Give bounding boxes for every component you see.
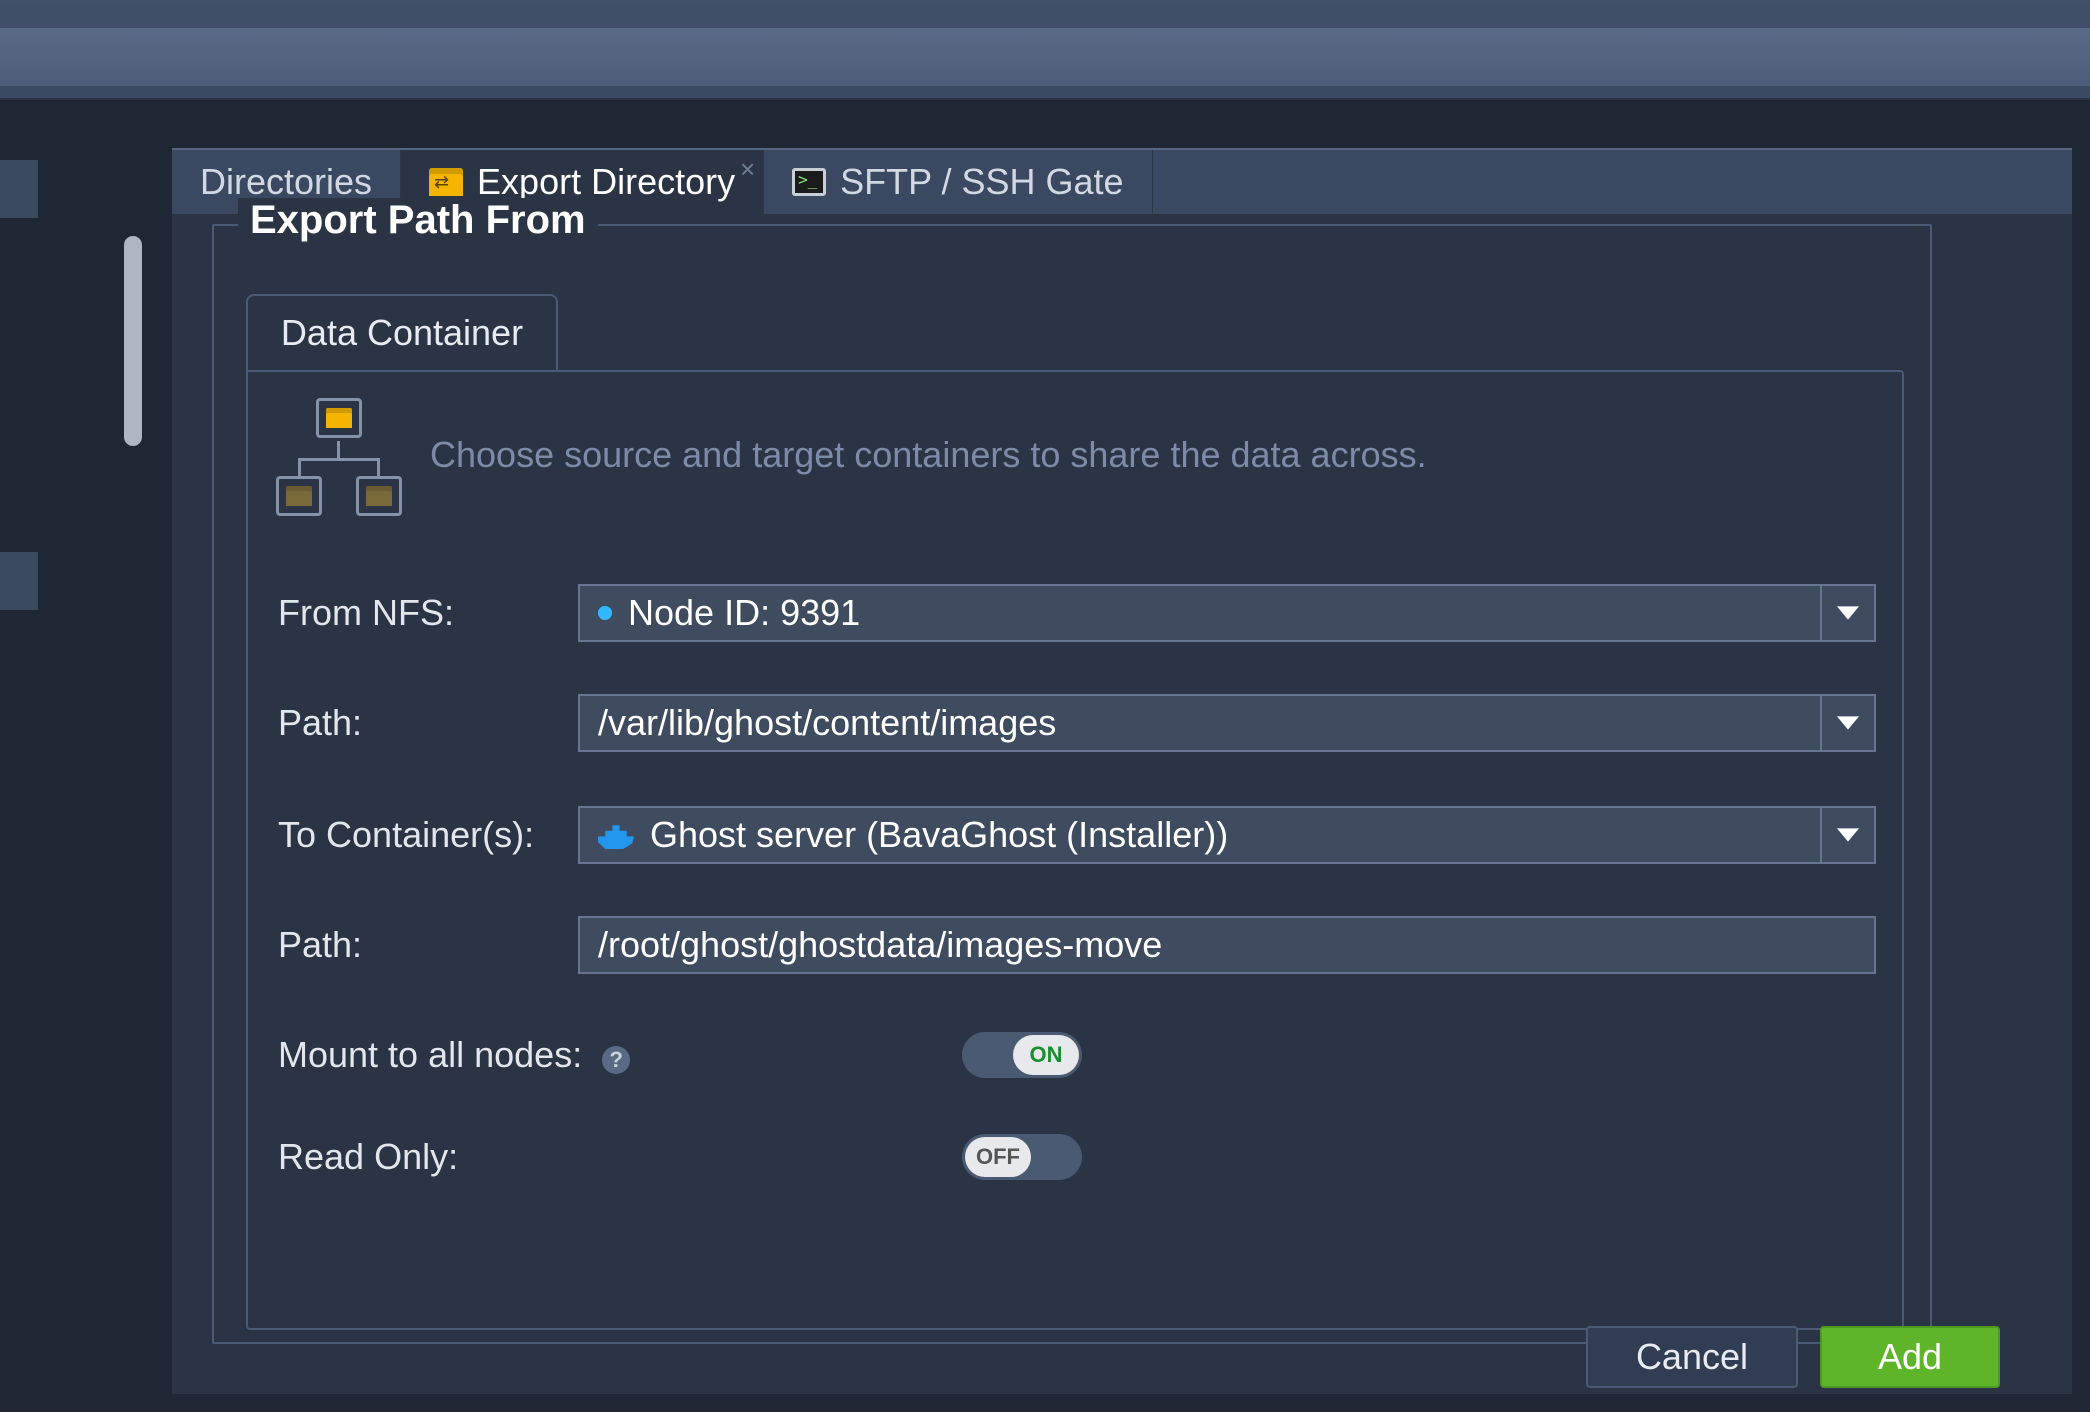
toggle-state: ON (1013, 1035, 1079, 1075)
export-path-fieldset: Export Path From Data Container Choose s… (212, 224, 1932, 1344)
toggle-state: OFF (965, 1137, 1031, 1177)
source-path-select[interactable]: /var/lib/ghost/content/images (578, 694, 1876, 752)
folder-icon (326, 408, 352, 428)
read-only-toggle[interactable]: OFF (962, 1134, 1082, 1180)
export-form: Choose source and target containers to s… (246, 370, 1904, 1330)
docker-icon (598, 821, 634, 849)
cancel-button[interactable]: Cancel (1586, 1326, 1798, 1388)
chevron-down-icon (1837, 828, 1859, 842)
dest-path-value: /root/ghost/ghostdata/images-move (598, 924, 1162, 966)
terminal-icon (792, 168, 826, 196)
source-path-dropdown-button[interactable] (1820, 694, 1876, 752)
chevron-down-icon (1837, 716, 1859, 730)
main-panel: Export Path From Data Container Choose s… (172, 214, 2072, 1394)
label-read-only: Read Only: (278, 1136, 638, 1178)
to-containers-dropdown-button[interactable] (1820, 806, 1876, 864)
to-containers-select[interactable]: Ghost server (BavaGhost (Installer)) (578, 806, 1876, 864)
scrollbar-thumb[interactable] (124, 236, 142, 446)
label-from-nfs: From NFS: (278, 592, 578, 634)
row-dest-path: Path: /root/ghost/ghostdata/images-move (278, 914, 1876, 976)
add-button-label: Add (1878, 1336, 1942, 1378)
row-from-nfs: From NFS: Node ID: 9391 (278, 582, 1876, 644)
add-button[interactable]: Add (1820, 1326, 2000, 1388)
sidebar-item-stub-2[interactable] (0, 552, 38, 610)
fieldset-legend: Export Path From (238, 198, 598, 243)
label-dest-path: Path: (278, 924, 578, 966)
dest-path-input[interactable]: /root/ghost/ghostdata/images-move (578, 916, 1876, 974)
tab-directories-label: Directories (200, 161, 372, 203)
cancel-button-label: Cancel (1636, 1336, 1748, 1378)
label-mount-all-text: Mount to all nodes: (278, 1034, 582, 1075)
chevron-down-icon (1837, 606, 1859, 620)
tab-export-label: Export Directory (477, 161, 735, 203)
sidebar-item-stub-1[interactable] (0, 160, 38, 218)
folder-link-icon (429, 168, 463, 196)
row-to-containers: To Container(s): Ghost server (BavaGhost… (278, 804, 1876, 866)
from-nfs-dropdown-button[interactable] (1820, 584, 1876, 642)
to-containers-value: Ghost server (BavaGhost (Installer)) (650, 814, 1228, 856)
from-nfs-select[interactable]: Node ID: 9391 (578, 584, 1876, 642)
tab-sftp-label: SFTP / SSH Gate (840, 161, 1123, 203)
window-titlebar (0, 0, 2090, 100)
label-source-path: Path: (278, 702, 578, 744)
help-icon[interactable]: ? (602, 1046, 630, 1074)
label-to-containers: To Container(s): (278, 814, 578, 856)
container-tree-icon (278, 398, 398, 528)
folder-icon (366, 486, 392, 506)
form-hint: Choose source and target containers to s… (430, 434, 1427, 476)
source-path-value: /var/lib/ghost/content/images (598, 702, 1056, 744)
mount-all-toggle[interactable]: ON (962, 1032, 1082, 1078)
row-mount-all: Mount to all nodes: ? ON (278, 1024, 1876, 1086)
label-mount-all: Mount to all nodes: ? (278, 1034, 638, 1076)
row-read-only: Read Only: OFF (278, 1126, 1876, 1188)
toolbar-strip (0, 28, 2090, 86)
dialog-buttons: Cancel Add (1586, 1326, 2000, 1388)
from-nfs-value: Node ID: 9391 (628, 592, 860, 634)
folder-icon (286, 486, 312, 506)
status-dot-icon (598, 606, 612, 620)
close-icon[interactable]: × (740, 154, 755, 185)
row-source-path: Path: /var/lib/ghost/content/images (278, 692, 1876, 754)
tab-data-container[interactable]: Data Container (246, 294, 558, 370)
tab-sftp-ssh[interactable]: SFTP / SSH Gate (764, 150, 1152, 214)
tab-data-container-label: Data Container (281, 312, 523, 354)
